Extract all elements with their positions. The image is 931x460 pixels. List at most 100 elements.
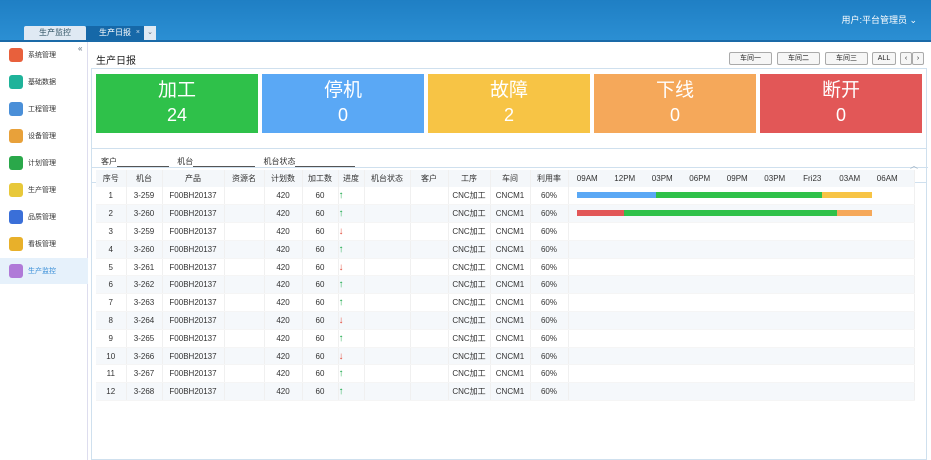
cell-empty bbox=[410, 382, 449, 402]
table-row[interactable]: 5 3-261 F00BH20137 420 60 ↓ CNC加工 CNCM1 60% bbox=[96, 258, 915, 277]
workshop-2-button[interactable]: 车间二 bbox=[777, 52, 820, 65]
table-row[interactable]: 12 3-268 F00BH20137 420 60 ↑ CNC加工 CNCM1 60% bbox=[96, 382, 915, 402]
tab-production-daily[interactable]: 生产日报 × bbox=[86, 26, 144, 40]
cell-util: 60% bbox=[530, 329, 569, 348]
trend-up-icon: ↑ bbox=[338, 382, 365, 402]
table-row[interactable]: 10 3-266 F00BH20137 420 60 ↓ CNC加工 CNCM1 60% bbox=[96, 347, 915, 366]
tab-label: 生产日报 bbox=[99, 28, 131, 37]
sidebar-item-6[interactable]: 生产管理 bbox=[0, 177, 88, 203]
machine-filter[interactable]: 机台 bbox=[177, 156, 256, 167]
cell-util: 60% bbox=[530, 204, 569, 224]
column-header[interactable]: 序号 bbox=[96, 170, 127, 187]
cell-util: 60% bbox=[530, 311, 569, 330]
cell-util: 60% bbox=[530, 293, 569, 313]
status-card[interactable]: 加工 24 bbox=[96, 74, 258, 133]
sidebar-item-5[interactable]: 计划管理 bbox=[0, 150, 88, 176]
column-header[interactable]: 客户 bbox=[410, 170, 449, 187]
machine-status-filter[interactable]: 机台状态 bbox=[263, 156, 356, 167]
cell-product: F00BH20137 bbox=[162, 364, 225, 384]
machine-label: 机台 bbox=[177, 157, 194, 166]
table-row[interactable]: 2 3-260 F00BH20137 420 60 ↑ CNC加工 CNCM1 60% bbox=[96, 204, 915, 224]
tab-production-monitor[interactable]: 生产监控 bbox=[24, 26, 86, 40]
sidebar-item-label: 生产监控 bbox=[28, 268, 56, 275]
cell-product: F00BH20137 bbox=[162, 240, 225, 259]
machine-input[interactable] bbox=[193, 158, 256, 167]
cell-plan: 420 bbox=[264, 293, 303, 313]
status-card-value: 0 bbox=[337, 105, 348, 125]
timeline-cell bbox=[568, 329, 915, 348]
status-card-label: 断开 bbox=[821, 80, 860, 101]
menu-icon bbox=[9, 210, 23, 224]
sidebar: 系统管理 基础数据 工程管理 设备管理计划管理生产管理 品质管理 看板管理生产监控 bbox=[0, 42, 88, 460]
cell-util: 60% bbox=[530, 275, 569, 295]
status-card[interactable]: 故障 2 bbox=[428, 74, 590, 133]
cell-resource bbox=[224, 275, 265, 295]
cell-process: CNC加工 bbox=[448, 364, 491, 384]
workshop-1-button[interactable]: 车间一 bbox=[729, 52, 772, 65]
cell-no: 12 bbox=[96, 382, 127, 402]
column-header[interactable]: 机台 bbox=[126, 170, 163, 187]
cell-empty bbox=[410, 258, 449, 277]
table-row[interactable]: 1 3-259 F00BH20137 420 60 ↑ CNC加工 CNCM1 60% bbox=[96, 187, 915, 206]
cell-process: CNC加工 bbox=[448, 275, 491, 295]
customer-input[interactable] bbox=[117, 158, 169, 167]
user-menu[interactable]: 用户:平台管理员 ⌄ bbox=[841, 13, 917, 26]
timeline-cell bbox=[568, 382, 915, 402]
cell-empty bbox=[364, 240, 411, 259]
cell-process: CNC加工 bbox=[448, 258, 491, 277]
cell-empty bbox=[364, 364, 411, 384]
workshop-3-button[interactable]: 车间三 bbox=[825, 52, 868, 65]
cell-resource bbox=[224, 311, 265, 330]
cell-machine: 3-260 bbox=[126, 204, 163, 224]
column-header[interactable]: 进度 bbox=[338, 170, 365, 187]
table-row[interactable]: 4 3-260 F00BH20137 420 60 ↑ CNC加工 CNCM1 60% bbox=[96, 240, 915, 259]
cell-no: 10 bbox=[96, 347, 127, 366]
cell-process: CNC加工 bbox=[448, 329, 491, 348]
sidebar-item-7[interactable]: 品质管理 bbox=[0, 204, 88, 230]
time-tick: 03PM bbox=[651, 174, 673, 183]
sidebar-item-9[interactable]: 生产监控 bbox=[0, 258, 88, 284]
column-header[interactable]: 加工数 bbox=[302, 170, 339, 187]
table-row[interactable]: 6 3-262 F00BH20137 420 60 ↑ CNC加工 CNCM1 60% bbox=[96, 275, 915, 295]
cell-workshop: CNCM1 bbox=[490, 240, 531, 259]
time-tick: 03PM bbox=[764, 174, 786, 183]
all-button[interactable]: ALL bbox=[872, 52, 896, 65]
cell-process: CNC加工 bbox=[448, 347, 491, 366]
cell-product: F00BH20137 bbox=[162, 204, 225, 224]
column-header[interactable]: 工序 bbox=[448, 170, 491, 187]
cell-no: 11 bbox=[96, 364, 127, 384]
tab-menu-icon[interactable]: ⌄ bbox=[144, 26, 156, 40]
table-row[interactable]: 3 3-259 F00BH20137 420 60 ↓ CNC加工 CNCM1 60% bbox=[96, 222, 915, 241]
sidebar-item-2[interactable]: 基础数据 bbox=[0, 69, 88, 95]
sidebar-item-1[interactable]: 系统管理 bbox=[0, 42, 88, 68]
column-header[interactable]: 计划数 bbox=[264, 170, 303, 187]
table-row[interactable]: 11 3-267 F00BH20137 420 60 ↑ CNC加工 CNCM1 60% bbox=[96, 364, 915, 384]
sidebar-item-8[interactable]: 看板管理 bbox=[0, 231, 88, 257]
column-header[interactable]: 机台状态 bbox=[364, 170, 411, 187]
sidebar-item-label: 计划管理 bbox=[28, 160, 56, 167]
collapse-icon[interactable]: « bbox=[78, 44, 82, 53]
table-row[interactable]: 8 3-264 F00BH20137 420 60 ↓ CNC加工 CNCM1 60% bbox=[96, 311, 915, 330]
close-icon[interactable]: × bbox=[136, 26, 140, 40]
table-row[interactable]: 7 3-263 F00BH20137 420 60 ↑ CNC加工 CNCM1 60% bbox=[96, 293, 915, 313]
column-header[interactable]: 资源名 bbox=[224, 170, 265, 187]
cell-empty bbox=[364, 347, 411, 366]
cell-plan: 420 bbox=[264, 329, 303, 348]
sidebar-item-3[interactable]: 工程管理 bbox=[0, 96, 88, 122]
status-card[interactable]: 断开 0 bbox=[760, 74, 922, 133]
prev-icon[interactable]: ‹ bbox=[900, 52, 912, 65]
cell-machine: 3-259 bbox=[126, 222, 163, 241]
cell-no: 1 bbox=[96, 187, 127, 206]
timeline-cell bbox=[568, 293, 915, 313]
status-card[interactable]: 停机 0 bbox=[262, 74, 424, 133]
machine-status-input[interactable] bbox=[295, 158, 356, 167]
column-header[interactable]: 产品 bbox=[162, 170, 225, 187]
status-card[interactable]: 下线 0 bbox=[594, 74, 756, 133]
sidebar-item-4[interactable]: 设备管理 bbox=[0, 123, 88, 149]
column-header[interactable]: 车间 bbox=[490, 170, 531, 187]
table-row[interactable]: 9 3-265 F00BH20137 420 60 ↑ CNC加工 CNCM1 60% bbox=[96, 329, 915, 348]
next-icon[interactable]: › bbox=[912, 52, 924, 65]
customer-filter[interactable]: 客户 bbox=[101, 156, 169, 167]
column-header[interactable]: 利用率 bbox=[530, 170, 569, 187]
timeline-cell bbox=[568, 222, 915, 241]
